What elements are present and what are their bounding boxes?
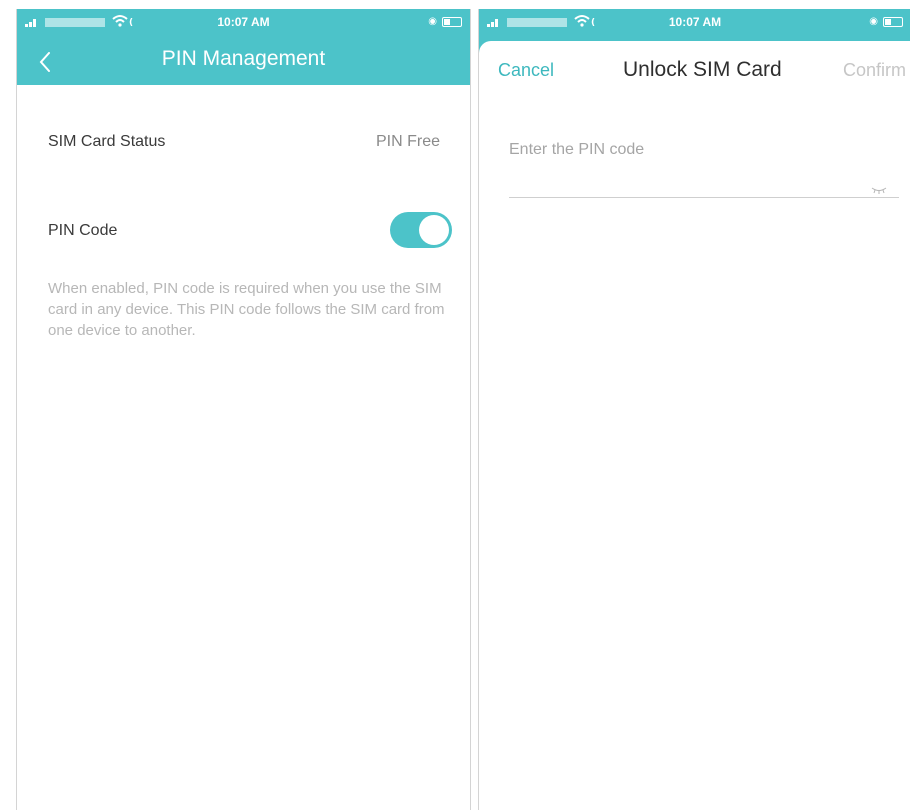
pin-code-input[interactable] [509, 137, 849, 163]
battery-icon [883, 16, 903, 27]
pin-management-screen: (· 10:07 AM ◉ PIN Management SIM Card St… [16, 9, 471, 810]
top-caption [18, 0, 438, 8]
pin-code-label: PIN Code [48, 222, 118, 239]
unlock-sim-sheet: Cancel Unlock SIM Card Confirm [479, 41, 910, 810]
orientation-lock-icon: ◉ [428, 16, 437, 27]
pin-code-toggle[interactable] [390, 212, 452, 248]
orientation-lock-icon: ◉ [869, 16, 878, 27]
status-bar-right: (· 10:07 AM ◉ [479, 9, 910, 39]
settings-list: SIM Card Status PIN Free PIN Code When e… [17, 85, 470, 810]
status-right: ◉ [869, 16, 903, 27]
page-title: PIN Management [161, 47, 326, 70]
pin-code-field [509, 129, 899, 198]
back-chevron-icon[interactable] [35, 51, 55, 73]
nav-bar: PIN Management [17, 39, 470, 85]
status-right: ◉ [428, 16, 462, 27]
status-time-right: 10:07 AM [668, 15, 722, 29]
sim-status-value: PIN Free [375, 133, 440, 150]
sheet-header: Cancel Unlock SIM Card Confirm [479, 41, 910, 101]
pin-description: When enabled, PIN code is required when … [48, 280, 445, 339]
confirm-button[interactable]: Confirm [843, 60, 906, 81]
unlock-sim-screen: (· 10:07 AM ◉ Cancel Unlock SIM Card Con… [478, 9, 910, 810]
toggle-knob [419, 215, 449, 245]
cancel-button[interactable]: Cancel [498, 60, 554, 81]
eye-closed-icon[interactable] [871, 181, 887, 194]
battery-icon [442, 16, 462, 27]
sim-status-label: SIM Card Status [48, 133, 166, 150]
sheet-title: Unlock SIM Card [623, 58, 782, 81]
status-time: 10:07 AM [217, 15, 270, 29]
status-bar: (· 10:07 AM ◉ [17, 9, 470, 39]
